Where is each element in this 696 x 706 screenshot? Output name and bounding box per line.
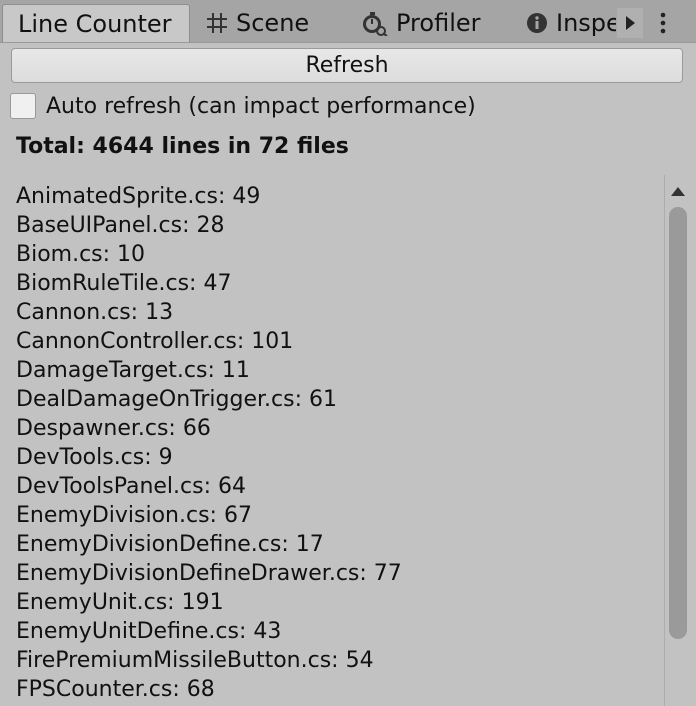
tab-inspector[interactable]: Inspe — [526, 4, 616, 42]
list-item: DevToolsPanel.cs: 64 — [16, 474, 246, 499]
tab-scene-label: Scene — [236, 9, 310, 37]
list-item: EnemyDivision.cs: 67 — [16, 503, 252, 528]
refresh-button[interactable]: Refresh — [11, 48, 683, 83]
line-counter-window: Line Counter Scene Profiler Inspe Refres… — [0, 0, 696, 706]
file-list-area: AnimatedSprite.cs: 49 BaseUIPanel.cs: 28 B… — [0, 175, 662, 706]
tab-bar: Line Counter Scene Profiler Inspe — [0, 0, 696, 43]
list-item: BaseUIPanel.cs: 28 — [16, 213, 225, 238]
vertical-scrollbar[interactable] — [664, 175, 691, 706]
tab-scene[interactable]: Scene — [206, 4, 326, 42]
list-item: CannonController.cs: 101 — [16, 329, 294, 354]
list-item: Despawner.cs: 66 — [16, 416, 211, 441]
tab-line-counter-label: Line Counter — [18, 9, 172, 38]
list-item: EnemyDivisionDefineDrawer.cs: 77 — [16, 561, 402, 586]
tab-menu-button[interactable] — [650, 8, 676, 38]
list-item: DealDamageOnTrigger.cs: 61 — [16, 387, 337, 412]
list-item: EnemyUnitDefine.cs: 43 — [16, 619, 282, 644]
tab-inspector-label: Inspe — [556, 9, 616, 37]
grid-icon — [206, 12, 228, 34]
arrow-up-icon — [671, 187, 685, 196]
kebab-menu-icon — [660, 12, 666, 34]
auto-refresh-toggle[interactable]: Auto refresh (can impact performance) — [10, 90, 476, 122]
list-item: FPSCounter.cs: 68 — [16, 677, 215, 702]
list-item: DamageTarget.cs: 11 — [16, 358, 250, 383]
scroll-thumb[interactable] — [669, 207, 687, 639]
total-summary: Total: 4644 lines in 72 files — [16, 134, 349, 159]
info-icon — [526, 12, 548, 34]
tab-scroll-right-button[interactable] — [617, 8, 643, 38]
list-item: BiomRuleTile.cs: 47 — [16, 271, 232, 296]
scroll-up-button[interactable] — [665, 181, 691, 201]
tab-profiler-label: Profiler — [396, 9, 481, 37]
tab-line-counter[interactable]: Line Counter — [2, 4, 190, 42]
file-list: AnimatedSprite.cs: 49 BaseUIPanel.cs: 28 B… — [16, 182, 402, 704]
chevron-right-icon — [626, 16, 635, 30]
auto-refresh-checkbox[interactable] — [10, 93, 36, 119]
list-item: Biom.cs: 10 — [16, 242, 146, 267]
list-item: Cannon.cs: 13 — [16, 300, 174, 325]
list-item: AnimatedSprite.cs: 49 — [16, 184, 261, 209]
list-item: EnemyDivisionDefine.cs: 17 — [16, 532, 324, 557]
stopwatch-icon — [360, 10, 388, 36]
list-item: DevTools.cs: 9 — [16, 445, 173, 470]
auto-refresh-label: Auto refresh (can impact performance) — [46, 93, 476, 119]
list-item: FirePremiumMissileButton.cs: 54 — [16, 648, 374, 673]
tab-profiler[interactable]: Profiler — [360, 4, 510, 42]
list-item: EnemyUnit.cs: 191 — [16, 590, 224, 615]
